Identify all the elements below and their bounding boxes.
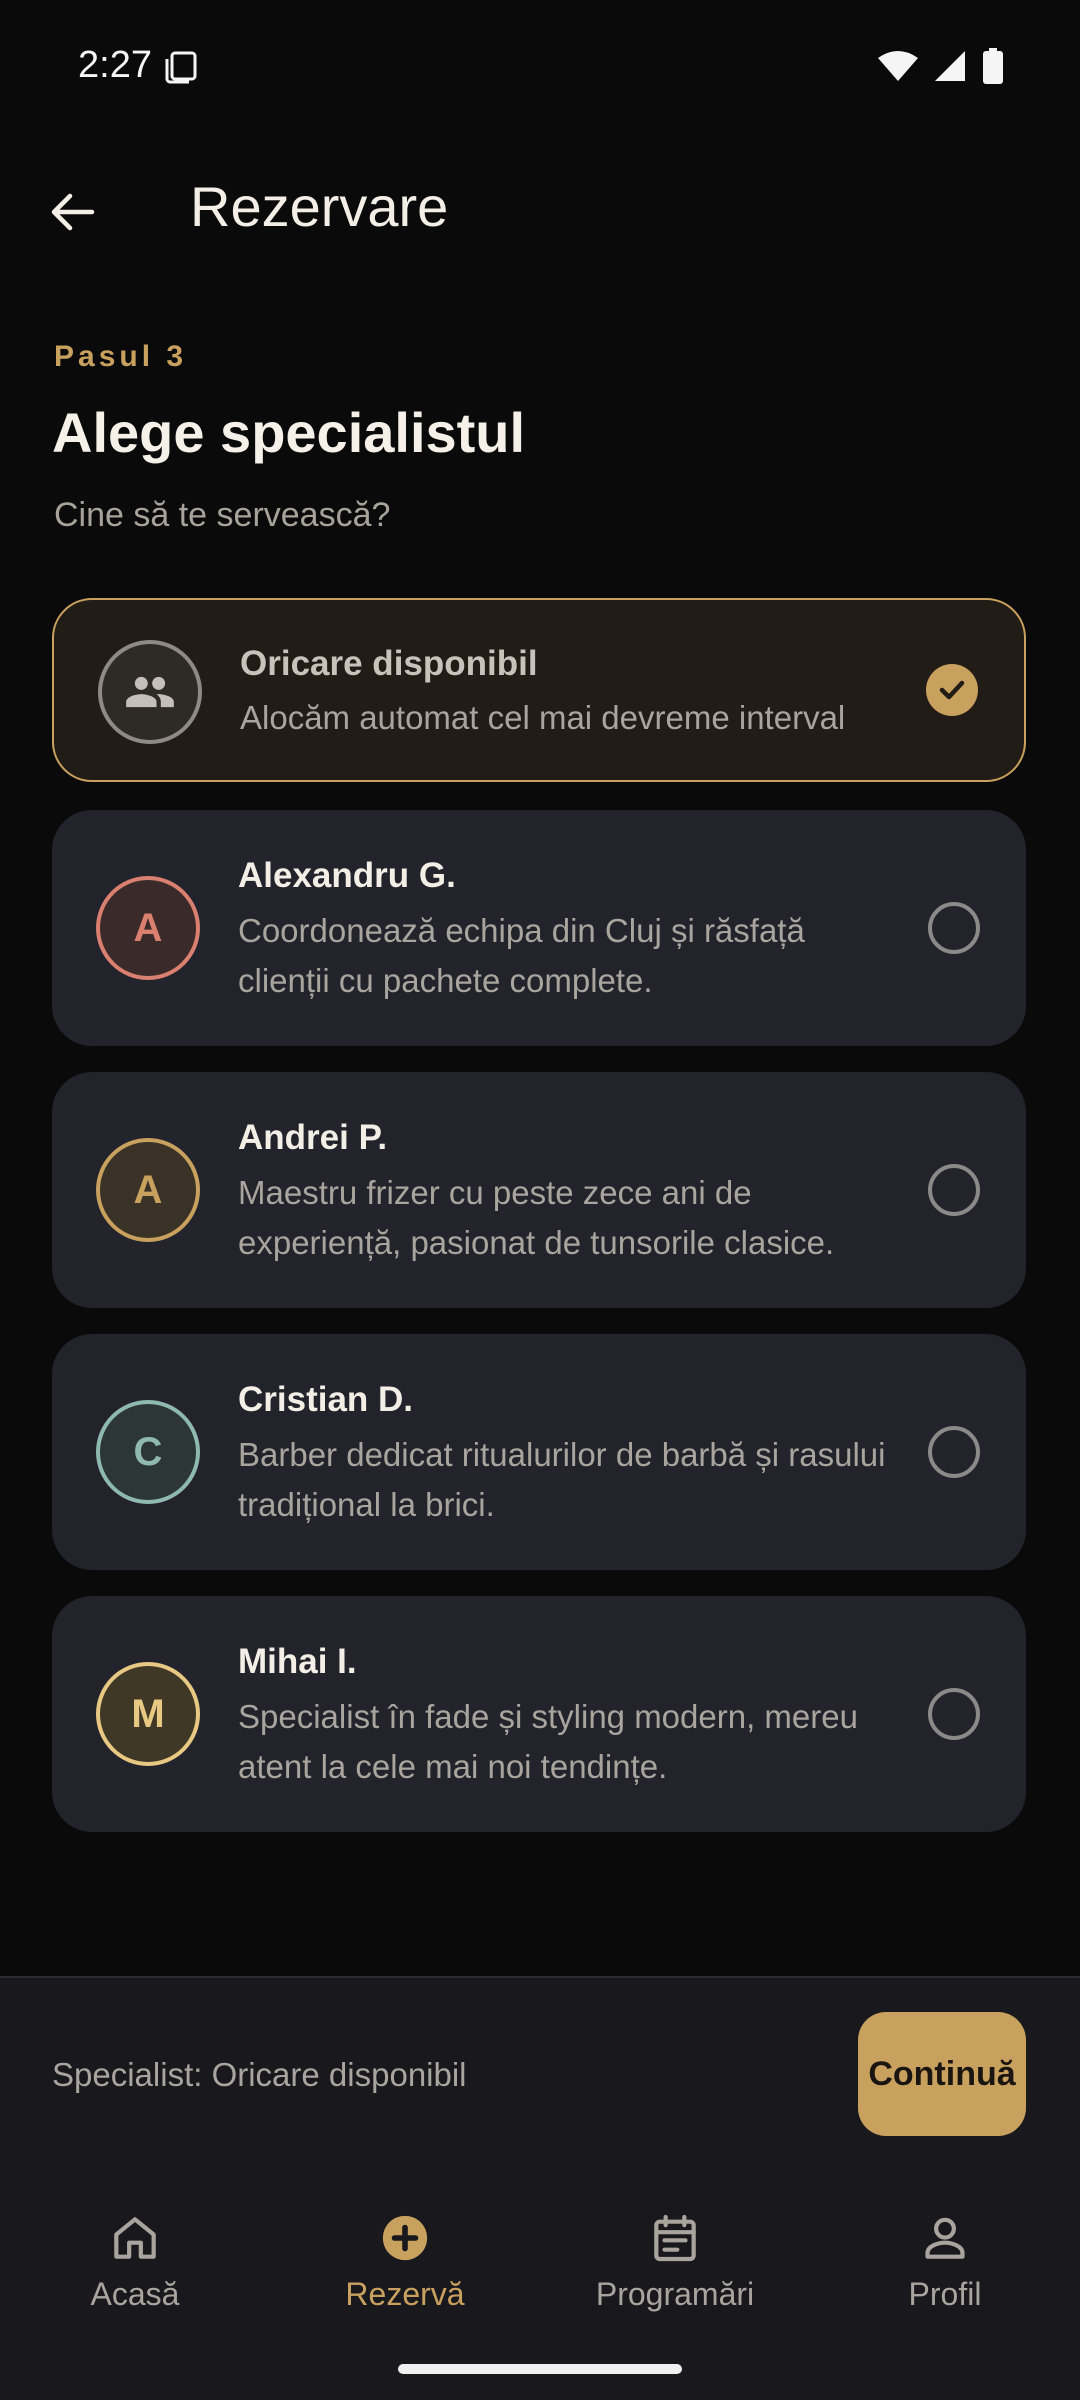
- status-time: 2:27: [78, 44, 152, 86]
- radio-unchecked[interactable]: [928, 1426, 980, 1478]
- calendar-icon: [654, 2214, 696, 2262]
- option-name: Andrei P.: [238, 1118, 388, 1157]
- option-description: Maestru frizer cu peste zece ani de expe…: [238, 1174, 835, 1261]
- page-title: Alege specialistul: [52, 401, 526, 464]
- status-icons: [878, 48, 1004, 89]
- step-label: Pasul 3: [54, 340, 188, 373]
- radio-unchecked[interactable]: [928, 1164, 980, 1216]
- radio-unchecked[interactable]: [928, 902, 980, 954]
- option-name: Alexandru G.: [238, 856, 456, 895]
- nav-item-profile[interactable]: Profil: [810, 2210, 1080, 2313]
- option-andrei-p[interactable]: A Andrei P. Maestru frizer cu peste zece…: [52, 1072, 1026, 1308]
- group-icon: [126, 676, 174, 708]
- nav-item-home[interactable]: Acasă: [0, 2210, 270, 2313]
- avatar: A: [96, 876, 200, 980]
- nav-label: Programări: [595, 2276, 755, 2312]
- option-name: Mihai I.: [238, 1642, 357, 1681]
- signal-icon: [934, 50, 966, 87]
- option-description: Specialist în fade și styling modern, me…: [238, 1698, 858, 1785]
- back-button[interactable]: [40, 180, 104, 244]
- arrow-back-icon: [51, 193, 95, 231]
- option-mihai-i[interactable]: M Mihai I. Specialist în fade și styling…: [52, 1596, 1026, 1832]
- selection-summary-bar: Specialist: Oricare disponibil Continuă: [0, 1976, 1080, 2166]
- radio-checked[interactable]: [926, 664, 978, 716]
- nav-label: Acasă: [90, 2276, 180, 2312]
- page-subtitle: Cine să te servească?: [54, 496, 391, 534]
- screenshot-notification-icon: [164, 50, 198, 84]
- app-bar: Rezervare: [0, 150, 1080, 270]
- wifi-icon: [878, 50, 918, 87]
- app-title: Rezervare: [190, 175, 449, 238]
- option-description: Coordonează echipa din Cluj și răsfață c…: [238, 912, 805, 999]
- home-icon: [114, 2217, 156, 2259]
- option-name: Oricare disponibil: [240, 644, 538, 683]
- nav-label: Rezervă: [345, 2276, 465, 2312]
- nav-item-book[interactable]: Rezervă: [270, 2210, 540, 2313]
- avatar: A: [96, 1138, 200, 1242]
- radio-unchecked[interactable]: [928, 1688, 980, 1740]
- home-indicator[interactable]: [398, 2364, 682, 2374]
- option-any-available[interactable]: Oricare disponibil Alocăm automat cel ma…: [52, 598, 1026, 782]
- option-alexandru-g[interactable]: A Alexandru G. Coordonează echipa din Cl…: [52, 810, 1026, 1046]
- status-bar: 2:27: [0, 0, 1080, 136]
- nav-item-appointments[interactable]: Programări: [540, 2210, 810, 2313]
- option-cristian-d[interactable]: C Cristian D. Barber dedicat ritualurilo…: [52, 1334, 1026, 1570]
- nav-label: Profil: [908, 2276, 982, 2312]
- battery-icon: [982, 48, 1004, 89]
- option-name: Cristian D.: [238, 1380, 414, 1419]
- add-circle-icon: [382, 2215, 428, 2261]
- avatar: M: [96, 1662, 200, 1766]
- check-icon: [939, 680, 965, 700]
- continue-button[interactable]: Continuă: [858, 2012, 1026, 2136]
- option-description: Barber dedicat ritualurilor de barbă și …: [238, 1436, 886, 1523]
- selection-summary: Specialist: Oricare disponibil: [52, 2056, 467, 2093]
- screen: 2:27 Rezervare Pasul 3 Alege specialistu…: [0, 0, 1080, 2400]
- avatar: C: [96, 1400, 200, 1504]
- option-description: Alocăm automat cel mai devreme interval: [240, 699, 846, 736]
- person-icon: [925, 2217, 965, 2259]
- avatar: [98, 640, 202, 744]
